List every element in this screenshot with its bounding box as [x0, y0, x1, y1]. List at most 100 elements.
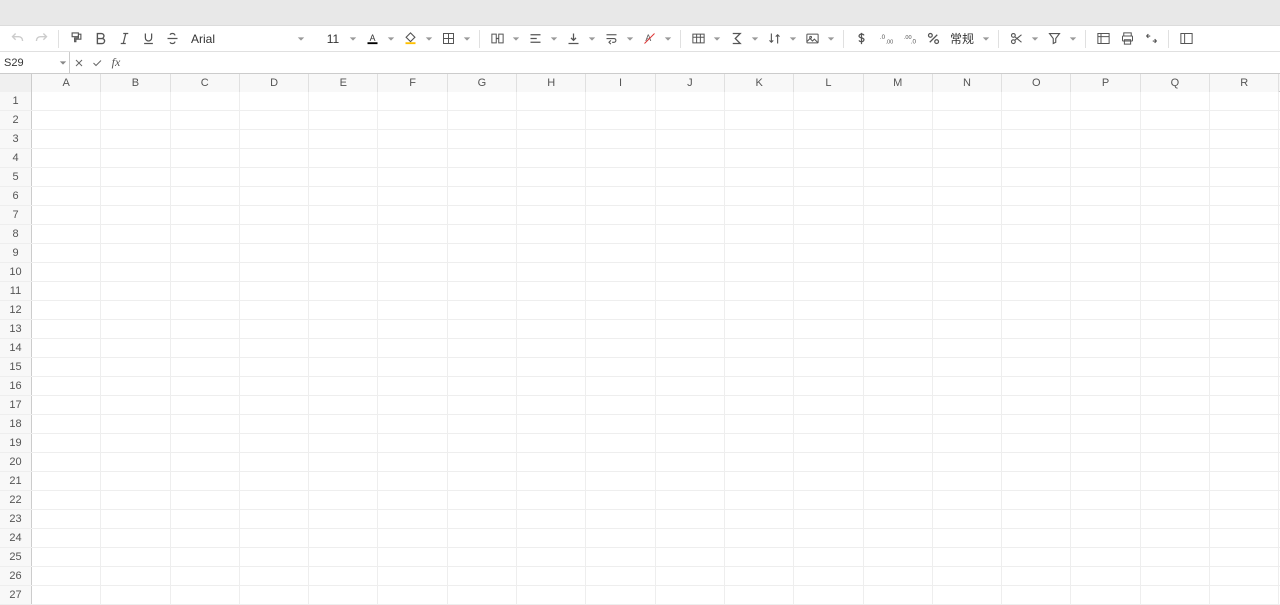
cell[interactable] [725, 168, 794, 187]
cell[interactable] [378, 510, 447, 529]
cell[interactable] [725, 453, 794, 472]
cell[interactable] [448, 206, 517, 225]
cell[interactable] [101, 168, 170, 187]
cell[interactable] [448, 510, 517, 529]
cell[interactable] [309, 358, 378, 377]
vertical-align-button[interactable] [562, 28, 584, 50]
cell[interactable] [32, 415, 101, 434]
cell[interactable] [101, 301, 170, 320]
cell[interactable] [1002, 244, 1071, 263]
cell[interactable] [656, 567, 725, 586]
cell[interactable] [794, 358, 863, 377]
cell[interactable] [864, 130, 933, 149]
cell[interactable] [933, 92, 1002, 111]
cell[interactable] [517, 453, 586, 472]
column-header[interactable]: N [933, 74, 1002, 92]
cell[interactable] [378, 453, 447, 472]
cell[interactable] [101, 206, 170, 225]
cell[interactable] [309, 510, 378, 529]
cell[interactable] [1210, 567, 1279, 586]
cell[interactable] [171, 472, 240, 491]
valign-dropdown[interactable] [586, 28, 598, 50]
print-button[interactable] [1116, 28, 1138, 50]
cell[interactable] [378, 548, 447, 567]
cell[interactable] [586, 358, 655, 377]
cell[interactable] [586, 130, 655, 149]
cell[interactable] [32, 149, 101, 168]
cell[interactable] [1002, 472, 1071, 491]
cell[interactable] [1071, 225, 1140, 244]
cell[interactable] [517, 301, 586, 320]
cell[interactable] [309, 453, 378, 472]
cell[interactable] [309, 301, 378, 320]
cell[interactable] [1002, 396, 1071, 415]
cell[interactable] [309, 206, 378, 225]
cell[interactable] [101, 453, 170, 472]
cell[interactable] [725, 548, 794, 567]
cell[interactable] [1141, 339, 1210, 358]
cell[interactable] [448, 358, 517, 377]
cell[interactable] [101, 111, 170, 130]
cell[interactable] [32, 434, 101, 453]
cell[interactable] [171, 586, 240, 605]
cell[interactable] [656, 358, 725, 377]
sort-dropdown[interactable] [787, 28, 799, 50]
cell[interactable] [725, 586, 794, 605]
row-header[interactable]: 23 [0, 510, 32, 528]
row-header[interactable]: 14 [0, 339, 32, 357]
cell[interactable] [240, 396, 309, 415]
cell[interactable] [725, 415, 794, 434]
cell[interactable] [32, 529, 101, 548]
row-header[interactable]: 27 [0, 586, 32, 604]
cell[interactable] [586, 111, 655, 130]
cell[interactable] [586, 453, 655, 472]
cell[interactable] [32, 472, 101, 491]
cell[interactable] [240, 472, 309, 491]
row-header[interactable]: 22 [0, 491, 32, 509]
cell[interactable] [1210, 130, 1279, 149]
cell[interactable] [32, 225, 101, 244]
cell[interactable] [933, 263, 1002, 282]
cell[interactable] [933, 187, 1002, 206]
cell[interactable] [517, 168, 586, 187]
cell[interactable] [1071, 567, 1140, 586]
cell[interactable] [1210, 149, 1279, 168]
cell[interactable] [1071, 301, 1140, 320]
cell[interactable] [656, 529, 725, 548]
row-header[interactable]: 7 [0, 206, 32, 224]
cell[interactable] [378, 567, 447, 586]
cell[interactable] [1002, 377, 1071, 396]
cell[interactable] [1002, 282, 1071, 301]
cell[interactable] [378, 472, 447, 491]
row-header[interactable]: 18 [0, 415, 32, 433]
cell[interactable] [1210, 377, 1279, 396]
column-header[interactable]: J [656, 74, 725, 92]
cell[interactable] [933, 206, 1002, 225]
cell[interactable] [101, 377, 170, 396]
cell[interactable] [1141, 206, 1210, 225]
cell[interactable] [240, 149, 309, 168]
row-header[interactable]: 11 [0, 282, 32, 300]
cell[interactable] [794, 377, 863, 396]
cell[interactable] [586, 282, 655, 301]
cell[interactable] [725, 92, 794, 111]
cell[interactable] [1210, 187, 1279, 206]
cell[interactable] [933, 434, 1002, 453]
cell[interactable] [1071, 263, 1140, 282]
column-header[interactable]: R [1210, 74, 1279, 92]
cell[interactable] [309, 377, 378, 396]
cell[interactable] [378, 320, 447, 339]
cell[interactable] [517, 567, 586, 586]
cell[interactable] [725, 377, 794, 396]
freeze-panes-button[interactable] [1092, 28, 1114, 50]
cell[interactable] [171, 339, 240, 358]
cell[interactable] [864, 339, 933, 358]
cell[interactable] [1141, 320, 1210, 339]
merge-dropdown[interactable] [510, 28, 522, 50]
cell[interactable] [309, 187, 378, 206]
cell[interactable] [656, 282, 725, 301]
cell[interactable] [1141, 225, 1210, 244]
cell[interactable] [1071, 320, 1140, 339]
cell[interactable] [1141, 586, 1210, 605]
increase-decimal-button[interactable]: .0.00 [874, 28, 896, 50]
